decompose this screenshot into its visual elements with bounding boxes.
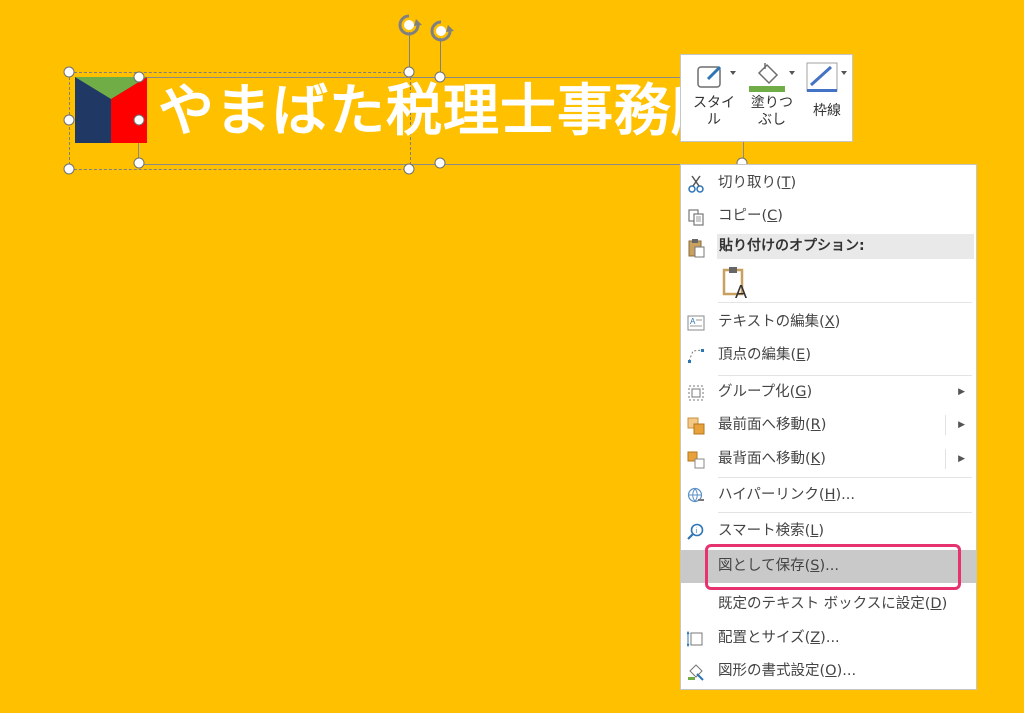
menu-item-hyperlink[interactable]: ハイパーリンク(H)... — [681, 479, 976, 512]
menu-item-send-to-back[interactable]: 最背面へ移動(K) ▶ — [681, 443, 976, 476]
fill-button[interactable]: 塗りつ ぶし — [745, 59, 799, 129]
outline-button[interactable]: 枠線 — [803, 59, 851, 120]
menu-item-edit-text[interactable]: A テキストの編集(X) — [681, 306, 976, 339]
scissors-icon — [688, 175, 704, 193]
shape-style-icon — [697, 65, 736, 88]
menu-separator — [718, 512, 972, 513]
menu-item-cut[interactable]: 切り取り(T) — [681, 167, 976, 200]
paste-keep-text-only-icon[interactable]: A — [721, 265, 751, 299]
send-to-back-icon — [687, 451, 705, 469]
copy-icon — [688, 209, 704, 226]
rotate-handle-icon[interactable] — [428, 19, 454, 43]
resize-handle[interactable] — [434, 71, 446, 83]
pen-outline-icon — [806, 62, 847, 92]
menu-item-bring-to-front[interactable]: 最前面へ移動(R) ▶ — [681, 409, 976, 442]
edit-text-icon: A — [687, 315, 705, 331]
resize-handle[interactable] — [133, 114, 145, 126]
logo[interactable] — [75, 77, 147, 143]
mini-toolbar: スタイ ル 塗りつ ぶし 枠線 — [680, 54, 853, 142]
resize-handle[interactable] — [434, 157, 446, 169]
submenu-arrow-icon: ▶ — [958, 420, 965, 430]
resize-handle[interactable] — [403, 66, 415, 78]
resize-handle[interactable] — [133, 157, 145, 169]
style-button[interactable]: スタイ ル — [689, 59, 739, 129]
paste-options-header: 貼り付けのオプション: — [717, 234, 974, 259]
submenu-arrow-icon: ▶ — [958, 387, 965, 397]
resize-handle[interactable] — [63, 163, 75, 175]
menu-separator — [718, 302, 972, 303]
smart-lookup-icon: i — [687, 523, 704, 540]
resize-handle[interactable] — [403, 163, 415, 175]
menu-item-size-and-position[interactable]: 配置とサイズ(Z)... — [681, 622, 976, 655]
format-shape-icon — [688, 664, 704, 681]
submenu-arrow-icon: ▶ — [958, 454, 965, 464]
menu-item-format-shape[interactable]: 図形の書式設定(O)... — [681, 655, 976, 688]
paint-bucket-icon — [749, 63, 795, 92]
resize-handle[interactable] — [63, 66, 75, 78]
svg-text:A: A — [735, 282, 747, 299]
menu-item-edit-points[interactable]: 頂点の編集(E) — [681, 339, 976, 372]
size-position-icon — [687, 630, 703, 648]
menu-item-group[interactable]: グループ化(G) ▶ — [681, 376, 976, 409]
title-textbox[interactable]: やまばた税理士事務所 — [158, 72, 688, 152]
hyperlink-icon — [687, 487, 704, 503]
context-menu: 切り取り(T) コピー(C) 貼り付けのオプション: A A テキストの編集(X… — [680, 164, 977, 690]
group-icon — [688, 385, 704, 401]
menu-separator — [718, 477, 972, 478]
clipboard-icon — [688, 239, 705, 258]
highlight-callout — [705, 544, 961, 590]
menu-item-set-default-textbox[interactable]: 既定のテキスト ボックスに設定(D) — [681, 588, 976, 621]
resize-handle[interactable] — [133, 71, 145, 83]
bring-to-front-icon — [687, 417, 705, 435]
resize-handle[interactable] — [63, 114, 75, 126]
menu-item-copy[interactable]: コピー(C) — [681, 200, 976, 233]
edit-points-icon — [688, 349, 704, 363]
svg-text:A: A — [690, 317, 696, 326]
rotate-handle-icon[interactable] — [396, 13, 422, 37]
